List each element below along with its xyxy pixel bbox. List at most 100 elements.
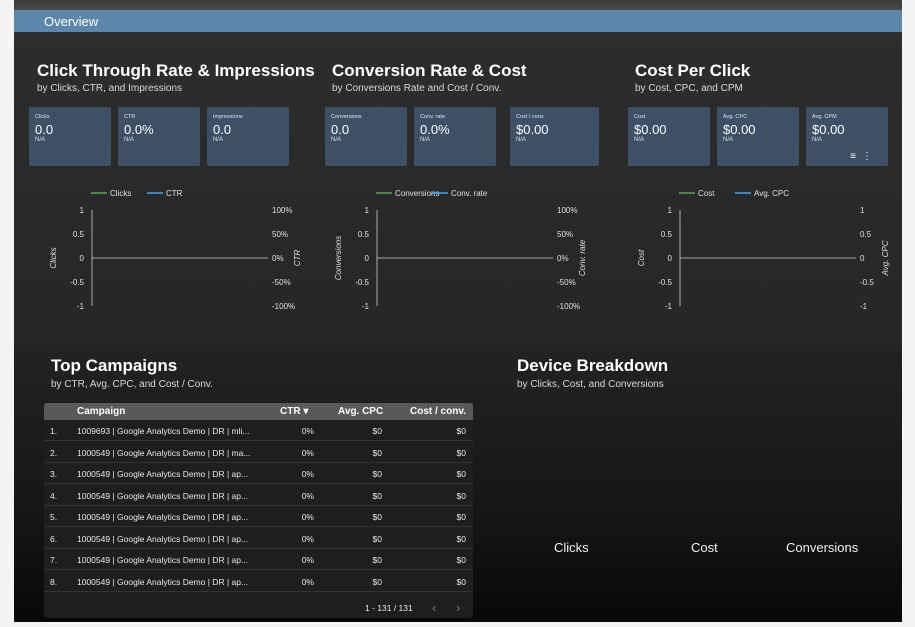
table-row[interactable]: 7. 1000549 | Google Analytics Demo | DR |…: [44, 549, 473, 570]
table-row[interactable]: 8. 1000549 | Google Analytics Demo | DR |…: [44, 571, 473, 592]
section-subtitle-cpc: by Cost, CPC, and CPM: [635, 83, 743, 94]
right-axis-title: Conv. rate: [578, 239, 587, 276]
column-header-avg-cpc[interactable]: Avg. CPC: [338, 406, 383, 417]
more-vert-icon[interactable]: ⋮: [862, 151, 878, 162]
left-axis-title: Clicks: [49, 247, 58, 268]
combo-chart-ctr[interactable]: Clicks CTR 1 0.5 0 -0.5 -1 100% 50% 0% -50% -100% Cl…: [44, 182, 306, 312]
pagination-range: 1 - 131 / 131: [365, 603, 413, 613]
scorecard-value: 0.0: [331, 122, 350, 137]
device-label-clicks: Clicks: [554, 540, 589, 555]
combo-chart-cpc[interactable]: Cost Avg. CPC 1 0.5 0 -0.5 -1 1 0.5 0 -0.5 -1 Cost Av…: [632, 182, 894, 312]
scorecard-label: Clicks: [35, 114, 50, 120]
table-row[interactable]: 3. 1000549 | Google Analytics Demo | DR |…: [44, 463, 473, 484]
scorecard-clicks[interactable]: Clicks 0.0 N/A: [29, 107, 111, 166]
section-title-campaigns: Top Campaigns: [51, 356, 178, 375]
cell-avg-cpc: $0: [372, 555, 382, 565]
section-title-conversion: Conversion Rate & Cost: [332, 61, 527, 80]
right-tick-label: 100%: [272, 206, 292, 215]
scorecard-change: N/A: [213, 137, 224, 143]
chart-svg: Conversions Conv. rate 1 0.5 0 -0.5 -1 100% 50% 0…: [334, 189, 587, 311]
left-tick-label: -0.5: [658, 278, 672, 287]
device-placeholder-3: ····: [804, 474, 812, 480]
cell-ctr: 0%: [301, 533, 314, 544]
cell-avg-cpc: $0: [372, 447, 382, 458]
right-tick-label: -1: [860, 302, 868, 311]
scorecard-label: Avg. CPC: [723, 114, 748, 120]
scorecard-avg-cpc[interactable]: Avg. CPC $0.00 N/A: [717, 107, 799, 166]
table-row[interactable]: 4. 1000549 | Google Analytics Demo | DR |…: [44, 485, 473, 506]
section-title-device: Device Breakdown: [517, 356, 669, 375]
table-header: Campaign CTR ▾ Avg. CPC Cost / conv.: [44, 403, 473, 420]
right-tick-label: 50%: [272, 230, 288, 239]
cell-ctr: 0%: [301, 555, 314, 565]
left-tick-label: 0.5: [73, 230, 85, 239]
right-tick-label: -0.5: [860, 278, 874, 287]
prev-page-icon[interactable]: ‹: [432, 600, 436, 615]
scorecard-change: N/A: [420, 137, 431, 143]
legend-label: Avg. CPC: [754, 189, 789, 198]
table-row[interactable]: 2. 1000549 | Google Analytics Demo | DR |…: [44, 442, 473, 463]
cell-avg-cpc: $0: [372, 533, 382, 544]
cell-cost-per-conv: $0: [456, 469, 466, 479]
scorecard-cost-per-conv[interactable]: Cost / conv. $0.00 N/A: [510, 107, 599, 166]
chart-svg: Cost Avg. CPC 1 0.5 0 -0.5 -1 1 0.5 0 -0.5 -1 Cost Av…: [637, 189, 890, 311]
cell-ctr: 0%: [301, 469, 314, 479]
column-header-campaign[interactable]: Campaign: [77, 406, 125, 417]
scorecard-value: $0.00: [723, 122, 756, 137]
column-header-ctr[interactable]: CTR ▾: [280, 406, 308, 417]
right-tick-label: -50%: [272, 278, 291, 287]
cell-cost-per-conv: $0: [456, 533, 466, 544]
device-placeholder-1: ····: [552, 474, 560, 480]
scorecard-avg-cpm[interactable]: Avg. CPM $0.00 N/A ≡⋮: [806, 107, 888, 166]
row-index: 6.: [50, 533, 58, 544]
scorecard-value: 0.0%: [124, 122, 154, 137]
scorecard-cost[interactable]: Cost $0.00 N/A: [628, 107, 710, 166]
legend-label: Cost: [698, 189, 715, 198]
right-tick-label: 100%: [557, 206, 577, 215]
cell-campaign: 1000549 | Google Analytics Demo | DR | a…: [77, 512, 249, 522]
chart-svg: Clicks CTR 1 0.5 0 -0.5 -1 100% 50% 0% -50% -100% Cl…: [49, 189, 302, 311]
table-row[interactable]: 1. 1009693 | Google Analytics Demo | DR |…: [44, 420, 473, 441]
left-tick-label: -0.5: [355, 278, 369, 287]
right-tick-label: -100%: [272, 302, 295, 311]
overview-title: Overview: [44, 14, 99, 29]
column-header-cost-per-conv[interactable]: Cost / conv.: [410, 406, 466, 417]
kpi-panel: Click Through Rate & Impressions by Clic…: [14, 32, 902, 344]
right-axis-title: CTR: [293, 250, 302, 267]
scorecard-value: $0.00: [812, 122, 845, 137]
right-tick-label: 50%: [557, 230, 573, 239]
cell-avg-cpc: $0: [372, 512, 382, 522]
scorecard-change: N/A: [723, 137, 734, 143]
right-tick-label: 0: [860, 254, 865, 263]
combo-chart-conversion[interactable]: Conversions Conv. rate 1 0.5 0 -0.5 -1 100% 50% 0…: [329, 182, 591, 312]
scorecard-conv-rate[interactable]: Conv. rate 0.0% N/A: [414, 107, 496, 166]
scorecard-change: N/A: [124, 137, 135, 143]
cell-campaign: 1000549 | Google Analytics Demo | DR | a…: [77, 533, 249, 544]
scorecard-label: Avg. CPM: [812, 114, 837, 120]
scorecard-impressions[interactable]: Impressions 0.0 N/A: [207, 107, 289, 166]
table-row[interactable]: 6. 1000549 | Google Analytics Demo | DR |…: [44, 528, 473, 549]
row-index: 8.: [50, 576, 58, 587]
scorecard-value: $0.00: [634, 122, 667, 137]
filter-icon[interactable]: ≡: [850, 151, 862, 162]
row-index: 3.: [50, 469, 58, 479]
cell-campaign: 1009693 | Google Analytics Demo | DR | m…: [77, 426, 250, 436]
next-page-icon[interactable]: ›: [456, 600, 460, 615]
cell-cost-per-conv: $0: [456, 555, 466, 565]
left-tick-label: 0.5: [661, 230, 673, 239]
section-subtitle-campaigns: by CTR, Avg. CPC, and Cost / Conv.: [51, 379, 213, 390]
cell-campaign: 1000549 | Google Analytics Demo | DR | a…: [77, 555, 249, 565]
left-tick-label: -0.5: [70, 278, 84, 287]
cell-avg-cpc: $0: [372, 426, 382, 436]
cell-campaign: 1000549 | Google Analytics Demo | DR | m…: [77, 447, 251, 458]
cell-campaign: 1000549 | Google Analytics Demo | DR | a…: [77, 469, 249, 479]
section-title-cpc: Cost Per Click: [635, 61, 751, 80]
cell-campaign: 1000549 | Google Analytics Demo | DR | a…: [77, 576, 249, 587]
scorecard-ctr[interactable]: CTR 0.0% N/A: [118, 107, 200, 166]
left-tick-label: 0: [668, 254, 673, 263]
scorecard-value: 0.0: [213, 122, 232, 137]
scorecard-change: N/A: [516, 137, 527, 143]
table-row[interactable]: 5. 1000549 | Google Analytics Demo | DR |…: [44, 506, 473, 527]
scorecard-conversions[interactable]: Conversions 0.0 N/A: [325, 107, 407, 166]
legend-label: Conv. rate: [451, 189, 488, 198]
